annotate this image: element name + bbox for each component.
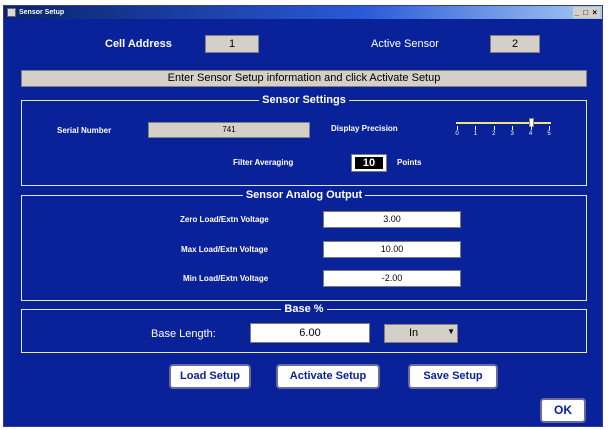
precision-tick-label: 4 — [528, 131, 533, 137]
active-sensor-value: 2 — [490, 35, 540, 53]
filter-averaging-value: 10 — [355, 157, 383, 169]
precision-tick — [512, 126, 514, 130]
cell-address-value: 1 — [205, 35, 259, 53]
precision-tick — [530, 126, 532, 130]
precision-tick — [475, 126, 477, 130]
app-icon — [7, 8, 16, 17]
precision-tick-label: 0 — [455, 131, 459, 137]
serial-number-field[interactable]: 741 — [148, 122, 310, 138]
window-controls[interactable]: _ □ × — [572, 7, 600, 18]
precision-tick — [549, 126, 550, 130]
sensor-settings-group: Sensor Settings — [21, 94, 587, 186]
serial-number-label: Serial Number — [57, 126, 112, 135]
min-voltage-input[interactable]: -2.00 — [323, 270, 461, 287]
display-precision-label: Display Precision — [331, 124, 398, 133]
max-voltage-input[interactable]: 10.00 — [323, 241, 461, 258]
sensor-setup-window: Sensor Setup _ □ × Cell Address 1 Active… — [3, 5, 603, 427]
load-setup-button[interactable]: Load Setup — [169, 364, 251, 389]
unit-select[interactable]: In ▼ — [384, 324, 458, 343]
precision-tick-label: 3 — [510, 131, 514, 137]
title-bar: Sensor Setup _ □ × — [4, 6, 602, 19]
min-voltage-label: Min Load/Extn Voltage — [183, 274, 269, 283]
precision-tick — [457, 126, 458, 130]
unit-select-value: In — [409, 327, 419, 339]
window-title: Sensor Setup — [19, 9, 65, 16]
precision-tick — [493, 126, 495, 130]
save-setup-button[interactable]: Save Setup — [408, 364, 498, 389]
display-precision-slider[interactable]: 0 1 2 3 4 5 — [453, 114, 553, 140]
active-sensor-label: Active Sensor — [371, 38, 439, 50]
slider-track — [456, 122, 551, 124]
cell-address-label: Cell Address — [105, 38, 172, 50]
base-length-input[interactable]: 6.00 — [250, 323, 370, 343]
precision-tick-label: 1 — [473, 131, 478, 137]
ok-button[interactable]: OK — [540, 398, 586, 423]
chevron-down-icon[interactable]: ▼ — [447, 327, 455, 336]
filter-averaging-input[interactable]: 10 — [351, 154, 387, 172]
base-length-label: Base Length: — [151, 328, 216, 340]
sensor-settings-title: Sensor Settings — [262, 94, 346, 106]
points-label: Points — [397, 158, 422, 167]
precision-tick-label: 5 — [547, 131, 551, 137]
instruction-banner: Enter Sensor Setup information and click… — [21, 70, 587, 87]
analog-output-group: Sensor Analog Output — [21, 189, 587, 301]
analog-output-title: Sensor Analog Output — [245, 189, 363, 201]
filter-averaging-label: Filter Averaging — [233, 158, 294, 167]
zero-voltage-input[interactable]: 3.00 — [323, 211, 461, 228]
activate-setup-button[interactable]: Activate Setup — [276, 364, 380, 389]
base-title: Base % — [284, 303, 324, 315]
zero-voltage-label: Zero Load/Extn Voltage — [180, 215, 269, 224]
precision-tick-label: 2 — [492, 131, 496, 137]
max-voltage-label: Max Load/Extn Voltage — [181, 245, 268, 254]
